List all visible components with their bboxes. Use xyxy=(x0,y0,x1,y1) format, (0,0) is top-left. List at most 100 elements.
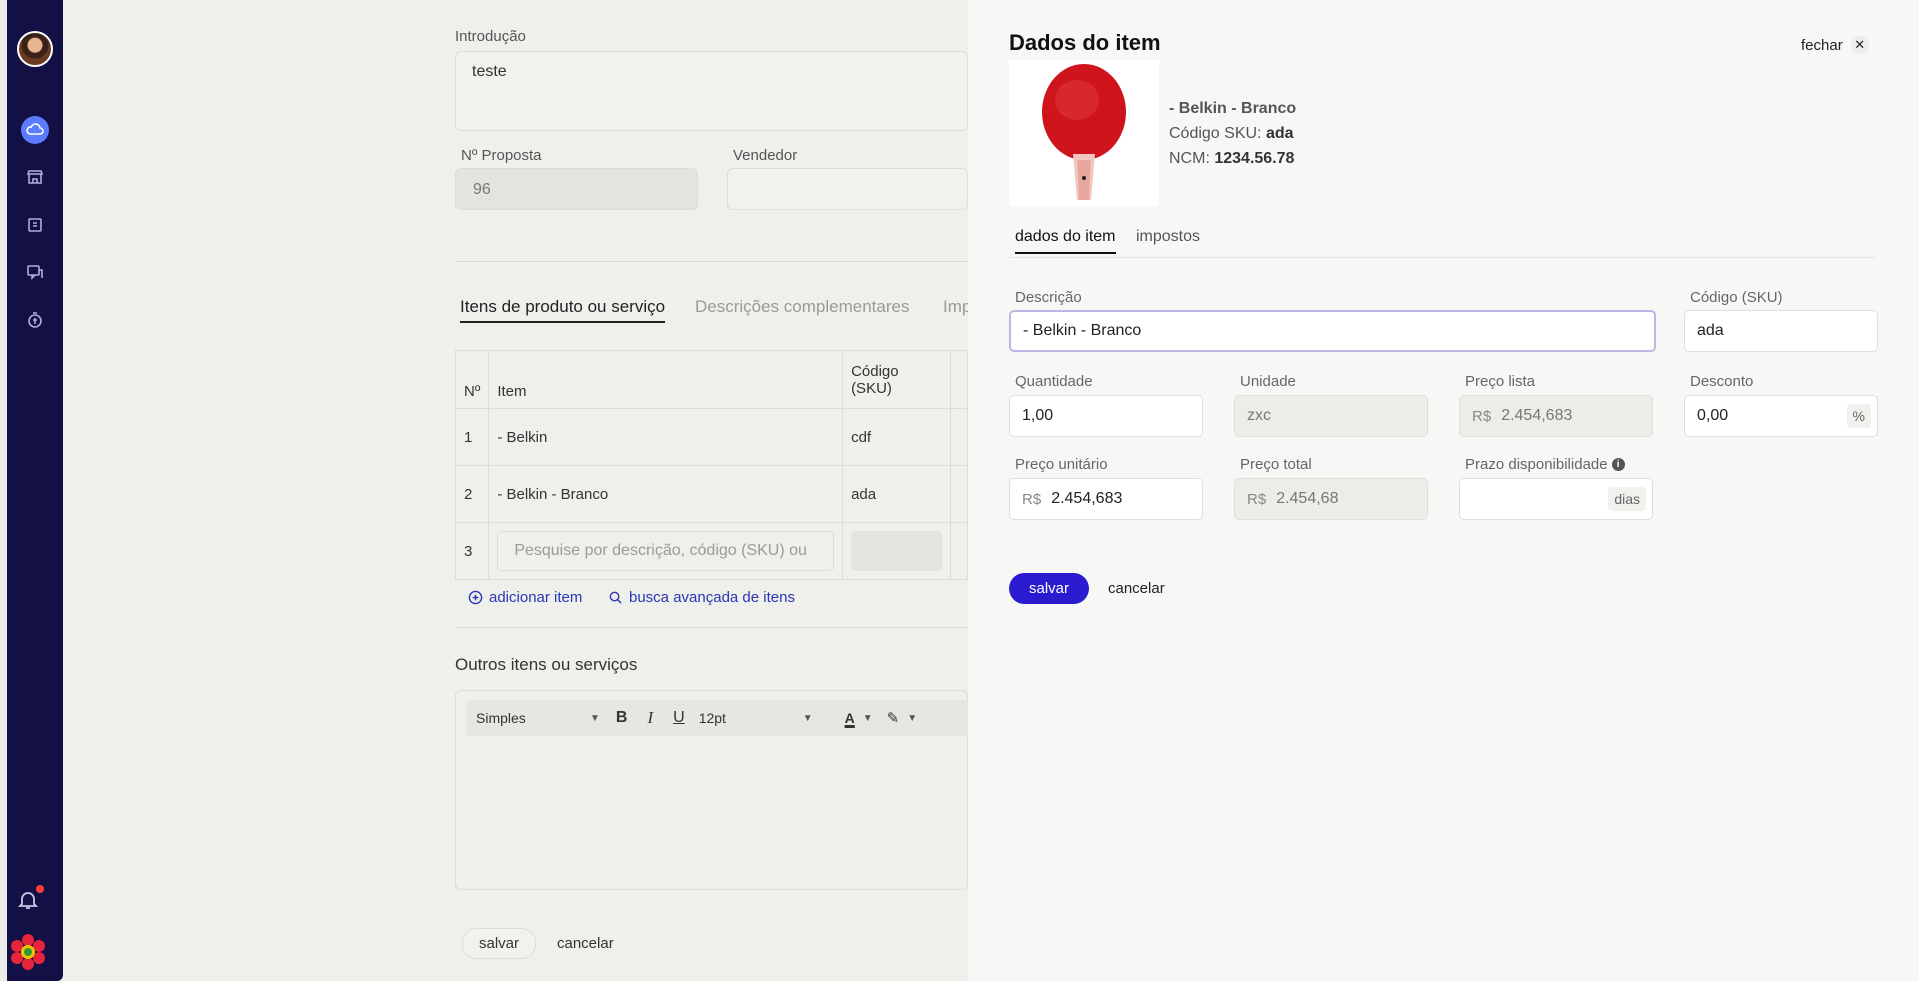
product-name: - Belkin - Branco xyxy=(1169,100,1297,117)
percent-suffix: % xyxy=(1846,404,1871,428)
chevron-down-icon: ▼ xyxy=(590,712,600,724)
product-info: - Belkin - Branco Código SKU: ada NCM: 1… xyxy=(1169,96,1296,171)
tab-itens[interactable]: Itens de produto ou serviço xyxy=(460,297,666,323)
row-item: - Belkin - Branco xyxy=(488,465,844,523)
outros-title: Outros itens ou serviços xyxy=(455,655,638,674)
codigo-input[interactable] xyxy=(1685,322,1877,340)
add-item-link[interactable]: adicionar item xyxy=(468,589,582,606)
tab-descricoes[interactable]: Descrições complementares xyxy=(695,297,909,317)
cancel-button[interactable]: cancelar xyxy=(1108,580,1165,597)
row-sku: cdf xyxy=(842,408,951,466)
currency-prefix: R$ xyxy=(1472,407,1492,425)
sku-value: ada xyxy=(1265,125,1294,142)
preco-lista-label: Preço lista xyxy=(1465,373,1536,390)
quantidade-field[interactable] xyxy=(1009,395,1203,437)
nav-cloud-icon[interactable] xyxy=(21,116,49,144)
nav-box-icon[interactable] xyxy=(21,211,49,239)
prazo-label: Prazo disponibilidade i xyxy=(1465,456,1625,473)
descricao-input[interactable] xyxy=(1011,322,1654,340)
advanced-search-link[interactable]: busca avançada de itens xyxy=(608,589,795,606)
col-header-item: Item xyxy=(488,350,844,409)
editor-toolbar: Simples ▼ B I U 12pt ▼ A ▼ ✎ ▼ xyxy=(466,700,968,736)
nav-chat-icon[interactable] xyxy=(21,258,49,286)
style-select[interactable]: Simples xyxy=(476,710,586,726)
col-header-extra xyxy=(950,350,968,409)
col-header-sku: Código (SKU) xyxy=(842,350,951,409)
close-button[interactable]: fechar ✕ xyxy=(1801,36,1869,54)
app-logo-icon xyxy=(11,934,45,970)
tab-dados-do-item[interactable]: dados do item xyxy=(1015,228,1116,254)
currency-prefix: R$ xyxy=(1022,490,1042,508)
items-table: Nº Item Código (SKU) 1 - Belkin cdf 2 - … xyxy=(454,350,968,580)
advanced-search-label: busca avançada de itens xyxy=(629,589,795,606)
save-button[interactable]: salvar xyxy=(1009,573,1089,604)
nav-store-icon[interactable] xyxy=(21,163,49,191)
intro-textarea[interactable] xyxy=(455,51,968,131)
codigo-field[interactable] xyxy=(1684,310,1878,352)
row-extra xyxy=(950,522,968,580)
preco-lista-input xyxy=(1501,407,1652,425)
descricao-field[interactable] xyxy=(1009,310,1656,352)
sku-label: Código SKU: xyxy=(1169,125,1262,142)
preco-unitario-input[interactable] xyxy=(1051,490,1202,508)
divider xyxy=(455,261,968,262)
bold-icon[interactable]: B xyxy=(616,709,628,727)
tab-impostos[interactable]: impostos xyxy=(1136,228,1200,252)
vendedor-label: Vendedor xyxy=(733,147,798,164)
sidebar xyxy=(7,0,63,981)
avatar[interactable] xyxy=(17,31,53,67)
preco-total-label: Preço total xyxy=(1240,456,1312,473)
unidade-label: Unidade xyxy=(1240,373,1296,390)
info-icon[interactable]: i xyxy=(1611,458,1625,471)
item-search-input[interactable]: Pesquise por descrição, código (SKU) ou xyxy=(497,531,835,571)
nav-money-icon[interactable] xyxy=(21,306,49,334)
close-label: fechar xyxy=(1801,36,1843,54)
currency-prefix: R$ xyxy=(1247,490,1267,508)
prazo-field[interactable]: dias xyxy=(1459,478,1653,520)
ncm-value: 1234.56.78 xyxy=(1214,150,1295,167)
text-color-icon[interactable]: A xyxy=(845,710,855,726)
row-n: 2 xyxy=(454,465,490,523)
panel-title: Dados do item xyxy=(1009,30,1161,55)
row-n: 3 xyxy=(454,522,490,580)
font-size-select[interactable]: 12pt xyxy=(699,710,799,726)
intro-value: teste xyxy=(472,63,507,80)
ncm-label: NCM: xyxy=(1169,150,1210,167)
divider xyxy=(455,627,968,628)
vendedor-field[interactable] xyxy=(727,168,968,210)
row-item: - Belkin xyxy=(488,408,844,466)
preco-total-input xyxy=(1276,490,1427,508)
search-icon xyxy=(609,591,622,604)
preco-unitario-field[interactable]: R$ xyxy=(1009,478,1203,520)
unidade-input xyxy=(1235,407,1427,425)
underline-icon[interactable]: U xyxy=(673,709,685,727)
preco-unitario-label: Preço unitário xyxy=(1015,456,1108,473)
chevron-down-icon: ▼ xyxy=(907,712,918,724)
proposta-label: Nº Proposta xyxy=(461,147,542,164)
row-extra xyxy=(950,408,968,466)
row-extra xyxy=(950,465,968,523)
chevron-down-icon: ▼ xyxy=(802,712,813,724)
bg-save-button[interactable]: salvar xyxy=(462,928,537,959)
italic-icon[interactable]: I xyxy=(647,708,653,728)
product-image xyxy=(1009,60,1159,206)
highlight-icon[interactable]: ✎ xyxy=(887,709,900,727)
preco-total-field: R$ xyxy=(1234,478,1428,520)
col-header-n: Nº xyxy=(454,350,490,409)
notification-dot xyxy=(36,885,44,893)
bg-cancel-button[interactable]: cancelar xyxy=(557,935,614,952)
proposta-value: 96 xyxy=(473,181,491,198)
sku-cell-input xyxy=(851,531,942,571)
quantidade-input[interactable] xyxy=(1010,407,1202,425)
row-n: 1 xyxy=(454,408,490,466)
codigo-label: Código (SKU) xyxy=(1690,289,1783,306)
item-details-panel: Dados do item fechar ✕ - Belkin - Branco… xyxy=(968,0,1919,981)
table-row[interactable]: 1 - Belkin cdf xyxy=(454,408,968,466)
table-row[interactable]: 2 - Belkin - Branco ada xyxy=(454,465,968,523)
add-item-label: adicionar item xyxy=(489,589,583,606)
desconto-field[interactable]: % xyxy=(1684,395,1878,437)
preco-lista-field: R$ xyxy=(1459,395,1653,437)
panel-tabs: dados do item impostos xyxy=(1009,228,1876,258)
prazo-label-text: Prazo disponibilidade xyxy=(1465,456,1608,473)
quantidade-label: Quantidade xyxy=(1015,373,1093,390)
